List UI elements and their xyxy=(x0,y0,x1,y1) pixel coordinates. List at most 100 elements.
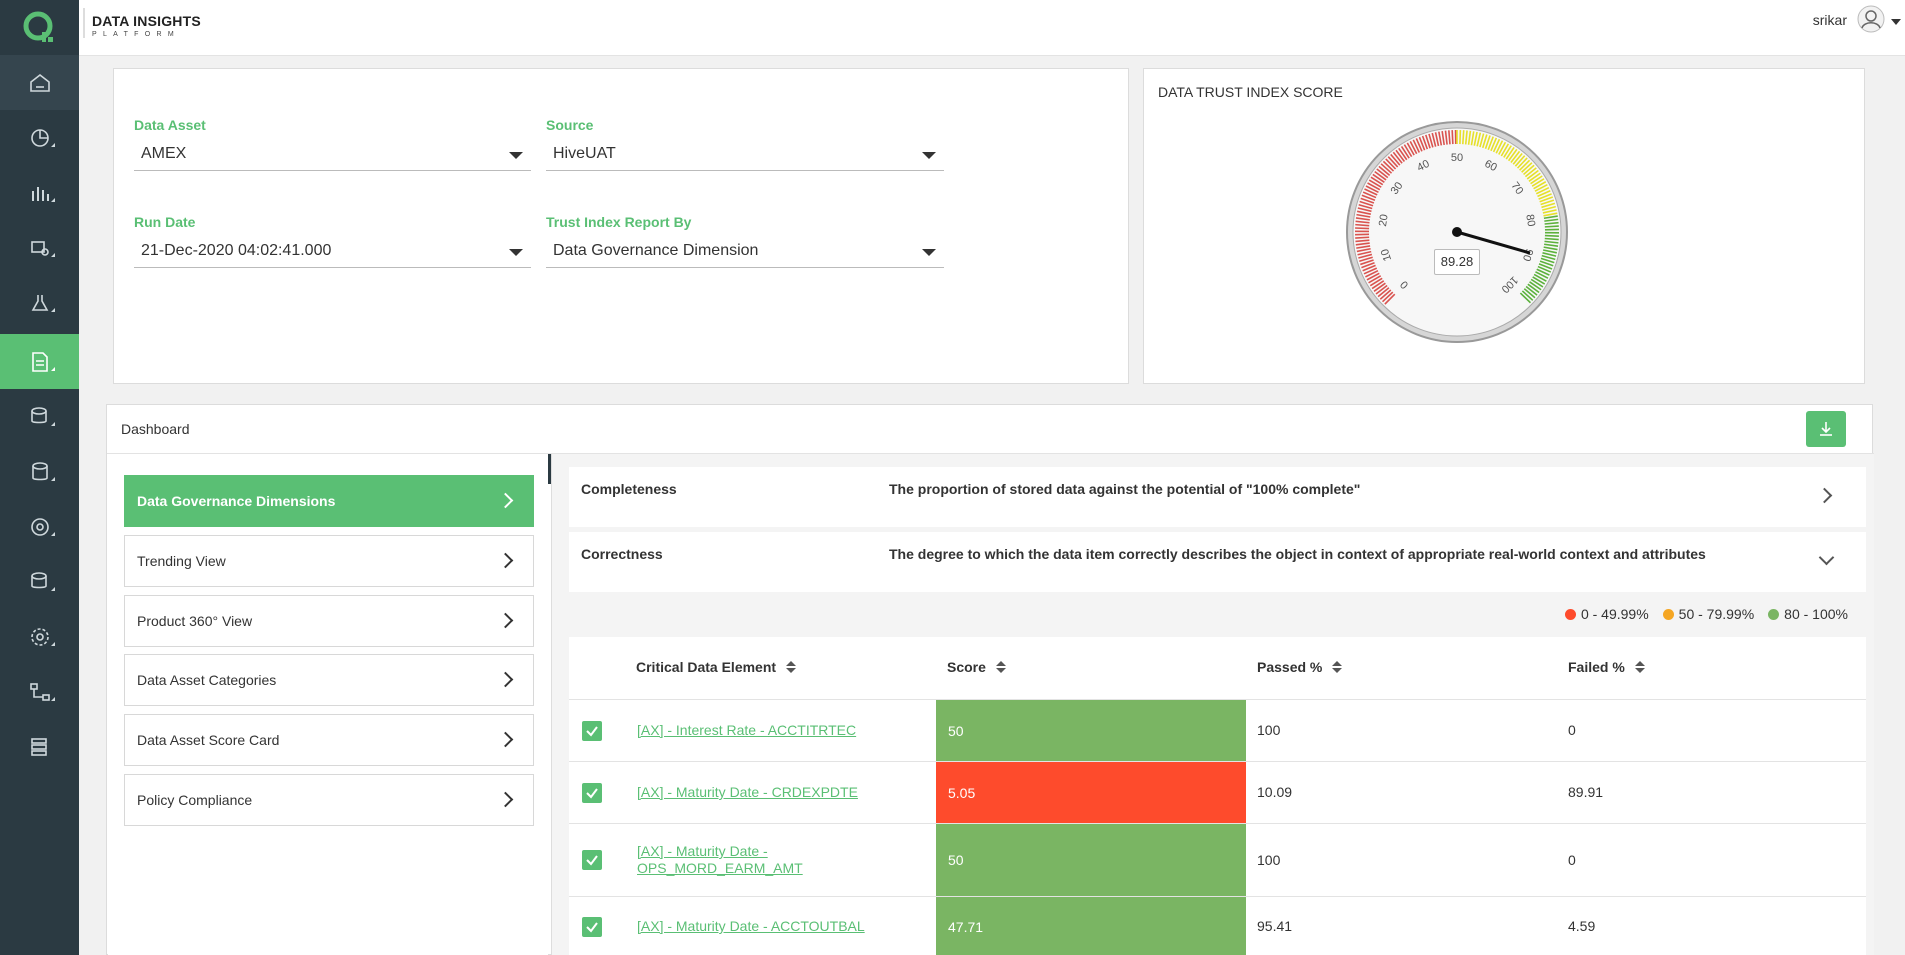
column-header-label: Failed % xyxy=(1568,659,1625,675)
column-header-passed[interactable]: Passed % xyxy=(1257,637,1343,697)
passed-cell: 100 xyxy=(1257,852,1281,868)
gauge-band-tick xyxy=(1355,223,1370,227)
cde-link[interactable]: [AX] - Interest Rate - ACCTITRTEC xyxy=(637,722,877,739)
report-by-label: Trust Index Report By xyxy=(546,214,692,230)
submenu-caret-icon xyxy=(51,198,55,202)
gauge-band-tick xyxy=(1544,237,1559,241)
dropdown-arrow-icon xyxy=(509,249,523,256)
table-row: [AX] - Maturity Date - CRDEXPDTE 5.05 10… xyxy=(569,761,1866,823)
row-checkbox[interactable] xyxy=(582,721,602,741)
top-bar: DATA INSIGHTS PLATFORM srikar xyxy=(79,0,1905,56)
menu-item-data-governance-dimensions[interactable]: Data Governance Dimensions xyxy=(124,475,534,527)
failed-cell: 4.59 xyxy=(1568,918,1596,934)
run-date-label: Run Date xyxy=(134,214,196,230)
app-logo[interactable] xyxy=(0,0,79,55)
source-value: HiveUAT xyxy=(553,145,616,162)
sort-icon[interactable] xyxy=(1332,661,1343,673)
column-header-score[interactable]: Score xyxy=(947,637,1006,697)
database-sync-icon xyxy=(30,571,47,588)
menu-item-label: Data Asset Score Card xyxy=(137,732,280,748)
pie-chart-icon xyxy=(30,128,49,147)
submenu-caret-icon xyxy=(51,143,55,147)
nav-data-settings[interactable] xyxy=(0,220,79,275)
nav-database-cloud[interactable] xyxy=(0,389,79,444)
submenu-caret-icon xyxy=(51,587,55,591)
report-by-select[interactable]: Data Governance Dimension xyxy=(546,236,944,268)
gauge-band-tick xyxy=(1544,234,1559,237)
checkmark-icon xyxy=(586,855,598,866)
nav-workflow[interactable] xyxy=(0,664,79,719)
menu-item-data-asset-score-card[interactable]: Data Asset Score Card xyxy=(124,714,534,766)
gear-icon xyxy=(30,627,49,646)
row-checkbox[interactable] xyxy=(582,917,602,937)
column-header-failed[interactable]: Failed % xyxy=(1568,637,1645,697)
cde-link[interactable]: [AX] - Maturity Date - CRDEXPDTE xyxy=(637,784,877,801)
column-header-cde[interactable]: Critical Data Element xyxy=(636,637,797,697)
workflow-icon xyxy=(29,682,50,701)
nav-database[interactable] xyxy=(0,444,79,499)
nav-target[interactable] xyxy=(0,499,79,554)
nav-home[interactable] xyxy=(0,55,79,110)
dimension-row-completeness[interactable]: Completeness The proportion of stored da… xyxy=(569,467,1866,527)
cde-table: Critical Data Element Score Passed % Fai… xyxy=(569,637,1866,955)
nav-database-sync[interactable] xyxy=(0,554,79,609)
menu-item-policy-compliance[interactable]: Policy Compliance xyxy=(124,774,534,826)
row-checkbox[interactable] xyxy=(582,783,602,803)
dimension-row-correctness[interactable]: Correctness The degree to which the data… xyxy=(569,532,1866,592)
nav-reports[interactable] xyxy=(0,165,79,220)
gauge-band-tick xyxy=(1355,227,1370,230)
menu-item-trending-view[interactable]: Trending View xyxy=(124,535,534,587)
menu-item-label: Trending View xyxy=(137,553,226,569)
nav-list[interactable] xyxy=(0,719,79,774)
cde-link[interactable]: [AX] - Maturity Date - ACCTOUTBAL xyxy=(637,918,877,935)
sort-icon[interactable] xyxy=(995,661,1006,673)
passed-cell: 100 xyxy=(1257,722,1281,738)
cde-link[interactable]: [AX] - Maturity Date - OPS_MORD_EARM_AMT xyxy=(637,843,812,877)
gauge-band-tick xyxy=(1544,225,1559,228)
dropdown-arrow-icon xyxy=(922,249,936,256)
chevron-right-icon xyxy=(497,612,514,629)
submenu-caret-icon xyxy=(51,477,55,481)
nav-trust-report[interactable] xyxy=(0,334,79,389)
nav-settings[interactable] xyxy=(0,609,79,664)
menu-item-data-asset-categories[interactable]: Data Asset Categories xyxy=(124,654,534,706)
database-cloud-icon xyxy=(30,406,47,423)
chevron-right-icon xyxy=(497,552,514,569)
nav-lab[interactable] xyxy=(0,275,79,330)
submenu-caret-icon xyxy=(51,367,55,371)
legend-label: 80 - 100% xyxy=(1784,606,1848,622)
checkmark-icon xyxy=(586,726,598,737)
user-menu-caret-icon[interactable] xyxy=(1891,19,1901,25)
failed-cell: 0 xyxy=(1568,722,1576,738)
legend-label: 50 - 79.99% xyxy=(1678,606,1755,622)
download-button[interactable] xyxy=(1806,411,1846,447)
trust-index-gauge: 010203040 50 60708090100 xyxy=(1346,121,1568,343)
source-select[interactable]: HiveUAT xyxy=(546,139,944,171)
data-asset-select[interactable]: AMEX xyxy=(134,139,531,171)
legend-item: 0 - 49.99% xyxy=(1564,606,1649,622)
sort-icon[interactable] xyxy=(786,661,797,673)
avatar[interactable] xyxy=(1857,5,1885,33)
menu-item-product-360-view[interactable]: Product 360° View xyxy=(124,595,534,647)
submenu-caret-icon xyxy=(51,308,55,312)
data-asset-label: Data Asset xyxy=(134,117,206,133)
chevron-right-icon xyxy=(497,671,514,688)
chevron-down-icon xyxy=(1818,549,1835,566)
menu-item-label: Data Governance Dimensions xyxy=(137,493,336,509)
dashboard-title: Dashboard xyxy=(121,421,190,437)
legend-item: 50 - 79.99% xyxy=(1662,606,1755,622)
filter-panel: Data Asset AMEX Source HiveUAT Run Date … xyxy=(113,68,1129,384)
user-name[interactable]: srikar xyxy=(1813,12,1847,28)
gauge-value: 89.28 xyxy=(1434,249,1480,275)
gauge-title: DATA TRUST INDEX SCORE xyxy=(1158,84,1343,100)
dimension-name: Completeness xyxy=(581,481,677,497)
logo-icon xyxy=(23,11,53,42)
failed-cell: 89.91 xyxy=(1568,784,1604,800)
row-checkbox[interactable] xyxy=(582,850,602,870)
legend-item: 80 - 100% xyxy=(1768,606,1848,622)
run-date-select[interactable]: 21-Dec-2020 04:02:41.000 xyxy=(134,236,531,268)
brand-divider xyxy=(83,8,85,38)
sort-icon[interactable] xyxy=(1634,661,1645,673)
nav-analytics[interactable] xyxy=(0,110,79,165)
dropdown-arrow-icon xyxy=(922,152,936,159)
